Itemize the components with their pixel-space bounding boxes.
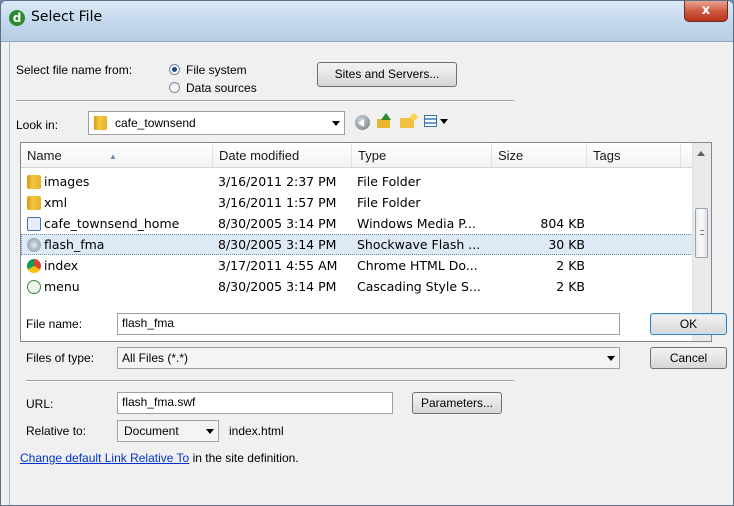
table-row[interactable]: index 3/17/2011 4:55 AM Chrome HTML Do..…: [21, 255, 693, 276]
chevron-down-icon: [607, 356, 615, 361]
file-date: 3/16/2011 2:37 PM: [218, 174, 337, 189]
grip-icon: [700, 230, 704, 235]
file-date: 8/30/2005 3:14 PM: [218, 279, 337, 294]
file-date: 3/16/2011 1:57 PM: [218, 195, 337, 210]
view-menu-icon[interactable]: [424, 114, 450, 129]
file-type: Windows Media P...: [357, 216, 476, 231]
table-row[interactable]: xml 3/16/2011 1:57 PM File Folder: [21, 192, 693, 213]
column-type[interactable]: Type: [352, 143, 492, 167]
file-name: cafe_townsend_home: [44, 216, 180, 231]
url-label: URL:: [26, 397, 54, 411]
view-dropdown-icon: [440, 119, 448, 124]
column-size[interactable]: Size: [492, 143, 587, 167]
files-of-type-combo[interactable]: All Files (*.*): [117, 347, 620, 369]
file-size: [497, 171, 585, 192]
change-link-relative-link[interactable]: Change default Link Relative To: [20, 451, 189, 465]
cancel-button[interactable]: Cancel: [650, 347, 727, 369]
file-name: images: [44, 174, 90, 189]
scroll-up-icon[interactable]: [697, 151, 705, 156]
file-type: File Folder: [357, 195, 421, 210]
column-tags[interactable]: Tags: [587, 143, 681, 167]
ok-button[interactable]: OK: [650, 313, 727, 335]
file-name-label: File name:: [26, 317, 83, 331]
file-type: Shockwave Flash ...: [357, 237, 481, 252]
column-date-modified[interactable]: Date modified: [213, 143, 352, 167]
relative-to-label: Relative to:: [26, 424, 87, 438]
column-name-label: Name: [27, 148, 62, 163]
look-in-label: Look in:: [16, 118, 59, 132]
file-system-radio[interactable]: [169, 64, 180, 75]
data-sources-label: Data sources: [186, 81, 257, 95]
flash-file-icon: [27, 238, 41, 252]
relative-file-name: index.html: [229, 424, 284, 438]
up-folder-icon[interactable]: [376, 113, 392, 129]
file-size: [497, 192, 585, 213]
file-size: 2 KB: [556, 258, 585, 273]
sites-and-servers-button[interactable]: Sites and Servers...: [317, 62, 457, 87]
vertical-scrollbar[interactable]: [692, 143, 711, 341]
new-folder-icon[interactable]: [400, 112, 419, 129]
data-sources-radio[interactable]: [169, 82, 180, 93]
chrome-icon: [27, 259, 41, 273]
file-size: 2 KB: [556, 279, 585, 294]
table-row[interactable]: menu 8/30/2005 3:14 PM Cascading Style S…: [21, 276, 693, 297]
scroll-thumb[interactable]: [695, 208, 708, 258]
file-name: index: [44, 258, 79, 273]
chevron-down-icon: [206, 429, 214, 434]
file-type: Cascading Style S...: [357, 279, 481, 294]
sort-ascending-icon: ▲: [109, 152, 117, 161]
file-name: menu: [44, 279, 80, 294]
dialog-body: Select file name from: File system Data …: [9, 42, 727, 505]
file-size: 804 KB: [540, 216, 585, 231]
table-row[interactable]: cafe_townsend_home 8/30/2005 3:14 PM Win…: [21, 213, 693, 234]
dialog-title: Select File: [31, 9, 103, 25]
file-date: 3/17/2011 4:55 AM: [218, 258, 338, 273]
file-name: xml: [44, 195, 68, 210]
file-date: 8/30/2005 3:14 PM: [218, 216, 337, 231]
table-row[interactable]: images 3/16/2011 2:37 PM File Folder: [21, 171, 693, 192]
back-icon[interactable]: [355, 115, 370, 130]
parameters-button[interactable]: Parameters...: [412, 392, 502, 414]
mid-separator: [26, 380, 514, 382]
folder-icon: [27, 175, 41, 189]
file-name-input[interactable]: flash_fma: [117, 313, 620, 335]
url-input[interactable]: flash_fma.swf: [117, 392, 393, 414]
look-in-combo[interactable]: cafe_townsend: [88, 111, 345, 135]
file-name: flash_fma: [44, 237, 105, 252]
relative-to-combo[interactable]: Document: [117, 420, 219, 442]
folder-icon: [94, 116, 107, 130]
file-date: 8/30/2005 3:14 PM: [218, 237, 337, 252]
table-row-selected[interactable]: flash_fma 8/30/2005 3:14 PM Shockwave Fl…: [21, 234, 693, 255]
dreamweaver-app-icon: d: [9, 10, 25, 26]
chevron-down-icon: [332, 121, 340, 126]
file-type: File Folder: [357, 174, 421, 189]
media-file-icon: [27, 217, 41, 231]
column-name[interactable]: Name ▲: [21, 143, 213, 167]
footer-rest-text: in the site definition.: [189, 451, 299, 465]
file-size: 30 KB: [548, 237, 585, 252]
top-separator: [16, 100, 514, 102]
files-of-type-label: Files of type:: [26, 351, 95, 365]
file-list: Name ▲ Date modified Type Size Tags imag…: [20, 142, 712, 342]
source-label: Select file name from:: [16, 63, 133, 77]
files-of-type-value: All Files (*.*): [122, 351, 189, 365]
select-file-dialog: d Select File x Select file name from: F…: [0, 0, 734, 506]
close-button[interactable]: x: [684, 1, 728, 22]
css-file-icon: [27, 280, 41, 294]
file-system-label: File system: [186, 63, 247, 77]
look-in-folder-name: cafe_townsend: [115, 116, 196, 130]
footer-text: Change default Link Relative To in the s…: [20, 451, 299, 465]
relative-to-value: Document: [124, 424, 179, 438]
folder-icon: [27, 196, 41, 210]
file-list-header: Name ▲ Date modified Type Size Tags: [21, 143, 693, 168]
file-type: Chrome HTML Do...: [357, 258, 478, 273]
title-bar: d Select File x: [1, 1, 733, 42]
